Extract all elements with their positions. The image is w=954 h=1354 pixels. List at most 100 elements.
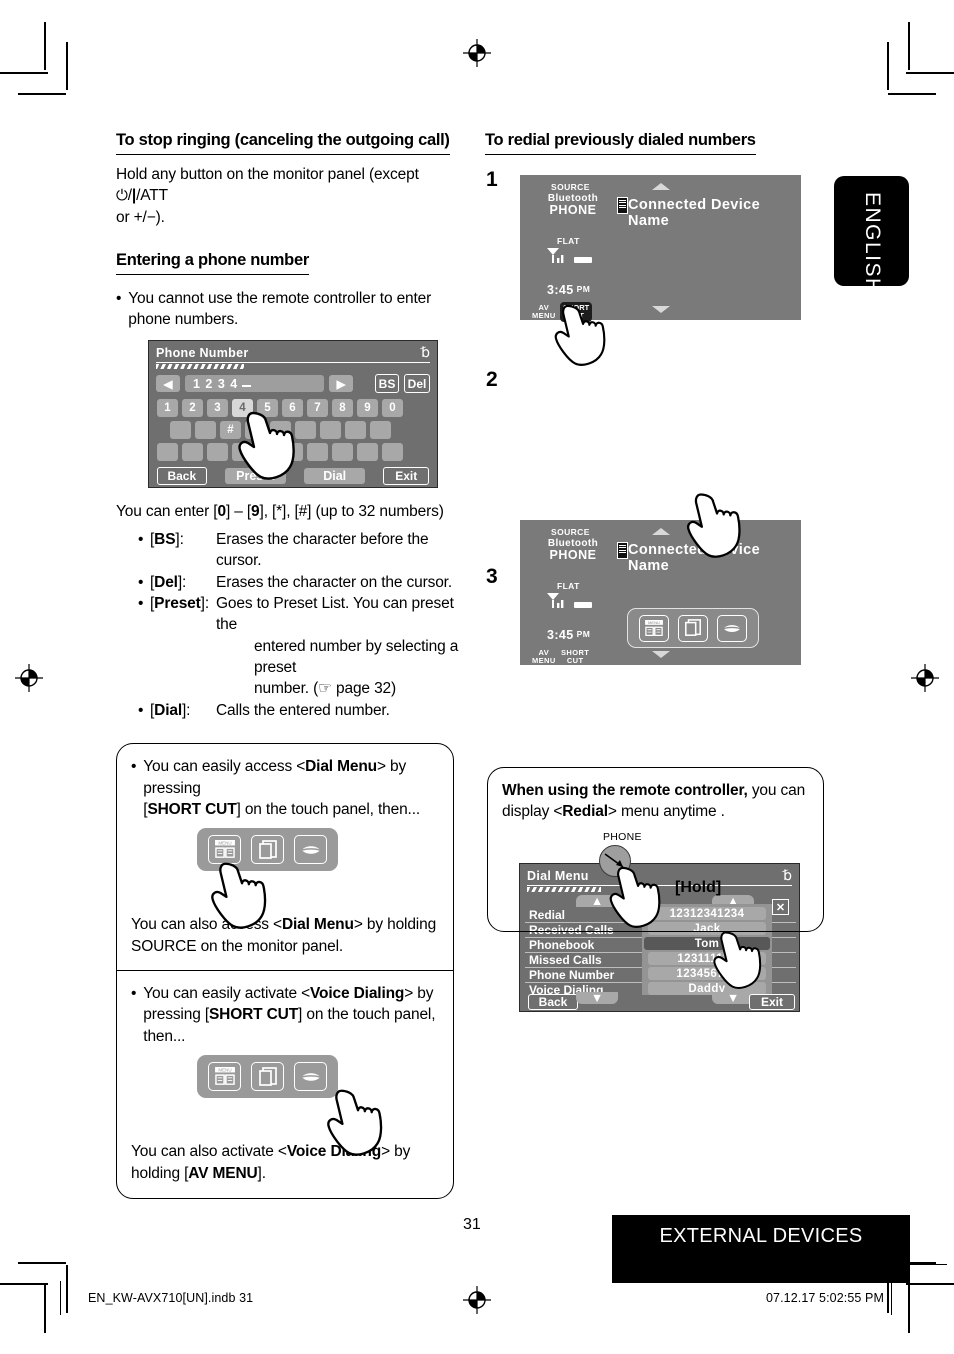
key-0[interactable]: 0 bbox=[382, 399, 403, 418]
bullet-dot: • bbox=[138, 573, 144, 591]
crop-mark bbox=[66, 42, 68, 90]
key-blank[interactable] bbox=[295, 421, 316, 440]
key-8[interactable]: 8 bbox=[332, 399, 353, 418]
dial-button[interactable]: Dial bbox=[303, 468, 366, 485]
key-blank[interactable] bbox=[320, 421, 341, 440]
redial-entry-4[interactable]: 123111122 bbox=[648, 952, 766, 965]
footer-section-label: EXTERNAL DEVICES bbox=[659, 1225, 863, 1247]
enter-range-line: You can enter [0] – [9], [*], [#] (up to… bbox=[116, 503, 444, 521]
key-blank[interactable] bbox=[195, 421, 216, 440]
crop-mark bbox=[18, 1262, 66, 1264]
key-blank[interactable] bbox=[182, 443, 203, 462]
preset-button[interactable]: Preset bbox=[224, 468, 286, 485]
device-screen-step2[interactable]: SOURCE Bluetooth PHONE FLAT 3:45 PM AV ME… bbox=[520, 520, 801, 665]
cursor-left-button[interactable]: ◀ bbox=[156, 375, 180, 393]
key-blank[interactable] bbox=[332, 443, 353, 462]
menu-book-icon[interactable]: MENU bbox=[639, 614, 669, 642]
remote-note-text: When using the remote controller, you ca… bbox=[502, 780, 809, 823]
av-menu-button[interactable]: AV MENU bbox=[532, 304, 556, 320]
key-asterisk[interactable]: * bbox=[257, 443, 278, 462]
scroll-up-icon[interactable] bbox=[652, 528, 670, 535]
shortcut-line2: CUT bbox=[568, 310, 584, 320]
delete-button[interactable]: Del bbox=[404, 374, 430, 394]
voice-dialing-bullet: • You can easily activate <Voice Dialing… bbox=[131, 983, 439, 1047]
clock-time-value: 3:45 bbox=[547, 283, 574, 297]
key-blank[interactable] bbox=[157, 443, 178, 462]
key-7[interactable]: 7 bbox=[307, 399, 328, 418]
exit-button[interactable]: Exit bbox=[383, 467, 429, 486]
redial-entry-3[interactable]: Tom bbox=[644, 937, 770, 950]
lips-voice-icon[interactable] bbox=[294, 835, 327, 865]
power-icon: ⏻ bbox=[116, 187, 128, 204]
copy-pages-icon[interactable] bbox=[251, 1062, 284, 1092]
shortcut-icon-bar[interactable]: MENU bbox=[197, 828, 338, 872]
voice-dialing-alt-3: ]. bbox=[257, 1164, 266, 1182]
av-menu-line2: MENU bbox=[532, 655, 556, 665]
key-blank[interactable] bbox=[282, 443, 303, 462]
list-scroll-down-button[interactable]: ▼ bbox=[576, 991, 618, 1005]
battery-icon bbox=[574, 257, 592, 263]
clock-ampm: PM bbox=[576, 629, 591, 639]
key-blank[interactable] bbox=[245, 421, 266, 440]
device-screen-step1[interactable]: SOURCE Bluetooth PHONE FLAT 3:45 PM AV ME… bbox=[520, 175, 801, 322]
hold-label: [Hold] bbox=[675, 878, 722, 896]
key-blank[interactable] bbox=[370, 421, 391, 440]
dial-menu-term: Dial Menu bbox=[281, 916, 354, 934]
key-1[interactable]: 1 bbox=[157, 399, 178, 418]
remote-phone-label: PHONE bbox=[603, 830, 642, 843]
key-blank[interactable] bbox=[382, 443, 403, 462]
lips-voice-icon[interactable] bbox=[294, 1062, 327, 1092]
key-blank[interactable] bbox=[232, 443, 253, 462]
connected-device-name: Connected Device Name bbox=[628, 197, 761, 229]
voice-dialing-term: Voice Dialing bbox=[310, 985, 405, 1003]
shortcut-popup-bar[interactable]: MENU bbox=[627, 608, 759, 648]
key-blank[interactable] bbox=[207, 443, 228, 462]
key-6[interactable]: 6 bbox=[282, 399, 303, 418]
scroll-down-icon[interactable] bbox=[652, 306, 670, 313]
remote-note-line2-pre: display < bbox=[502, 803, 563, 821]
phone-number-screen[interactable]: Phone Number ␢ ◀ 1 2 3 4 ▶ BS Del 1 2 3 … bbox=[148, 340, 438, 489]
key-blank[interactable] bbox=[307, 443, 328, 462]
key-4[interactable]: 4 bbox=[232, 399, 253, 418]
stop-ringing-text-c: or +/−). bbox=[116, 208, 165, 226]
key-2[interactable]: 2 bbox=[182, 399, 203, 418]
backspace-button[interactable]: BS bbox=[375, 374, 399, 394]
scroll-down-icon[interactable] bbox=[652, 651, 670, 658]
key-blank[interactable] bbox=[270, 421, 291, 440]
shortcut-icon-bar[interactable]: MENU bbox=[197, 1055, 338, 1099]
crop-mark bbox=[908, 22, 910, 70]
redial-entry-5[interactable]: 123456789 bbox=[648, 967, 766, 980]
redial-scroll-down-button[interactable]: ▼ bbox=[712, 991, 754, 1005]
scroll-up-icon[interactable] bbox=[652, 183, 670, 190]
lips-voice-icon[interactable] bbox=[717, 614, 747, 642]
shortcut-button[interactable]: SHORT CUT bbox=[561, 649, 589, 665]
shortcut-button[interactable]: SHORT CUT bbox=[560, 302, 593, 322]
copy-pages-icon[interactable] bbox=[251, 835, 284, 865]
crop-mark bbox=[18, 93, 66, 95]
back-button[interactable]: Back bbox=[157, 467, 207, 486]
av-menu-button[interactable]: AV MENU bbox=[532, 649, 556, 665]
page-number: 31 bbox=[463, 1216, 481, 1233]
key-blank[interactable] bbox=[170, 421, 191, 440]
entering-number-bullet-text: You cannot use the remote controller to … bbox=[128, 289, 432, 329]
menu-book-icon[interactable]: MENU bbox=[208, 1062, 241, 1092]
key-blank[interactable] bbox=[345, 421, 366, 440]
def-value-bs: Erases the character before the cursor. bbox=[216, 530, 429, 570]
key-hash[interactable]: # bbox=[220, 421, 241, 440]
step-number-1: 1 bbox=[486, 168, 498, 191]
copy-pages-icon[interactable] bbox=[678, 614, 708, 642]
cursor-right-button[interactable]: ▶ bbox=[329, 375, 353, 393]
svg-text:MENU: MENU bbox=[648, 620, 660, 625]
key-3[interactable]: 3 bbox=[207, 399, 228, 418]
dial-menu-exit-button[interactable]: Exit bbox=[749, 994, 795, 1010]
dial-menu-back-button[interactable]: Back bbox=[528, 994, 578, 1010]
voice-dialing-alt-1: You can also activate < bbox=[131, 1143, 287, 1161]
key-9[interactable]: 9 bbox=[357, 399, 378, 418]
menu-book-icon[interactable]: MENU bbox=[208, 835, 241, 865]
key-blank[interactable] bbox=[357, 443, 378, 462]
key-5[interactable]: 5 bbox=[257, 399, 278, 418]
crop-mark bbox=[887, 42, 889, 90]
dial-menu-term: Dial Menu bbox=[305, 758, 377, 776]
sim-card-icon bbox=[617, 197, 628, 214]
entered-number-field[interactable]: 1 2 3 4 bbox=[185, 375, 324, 393]
